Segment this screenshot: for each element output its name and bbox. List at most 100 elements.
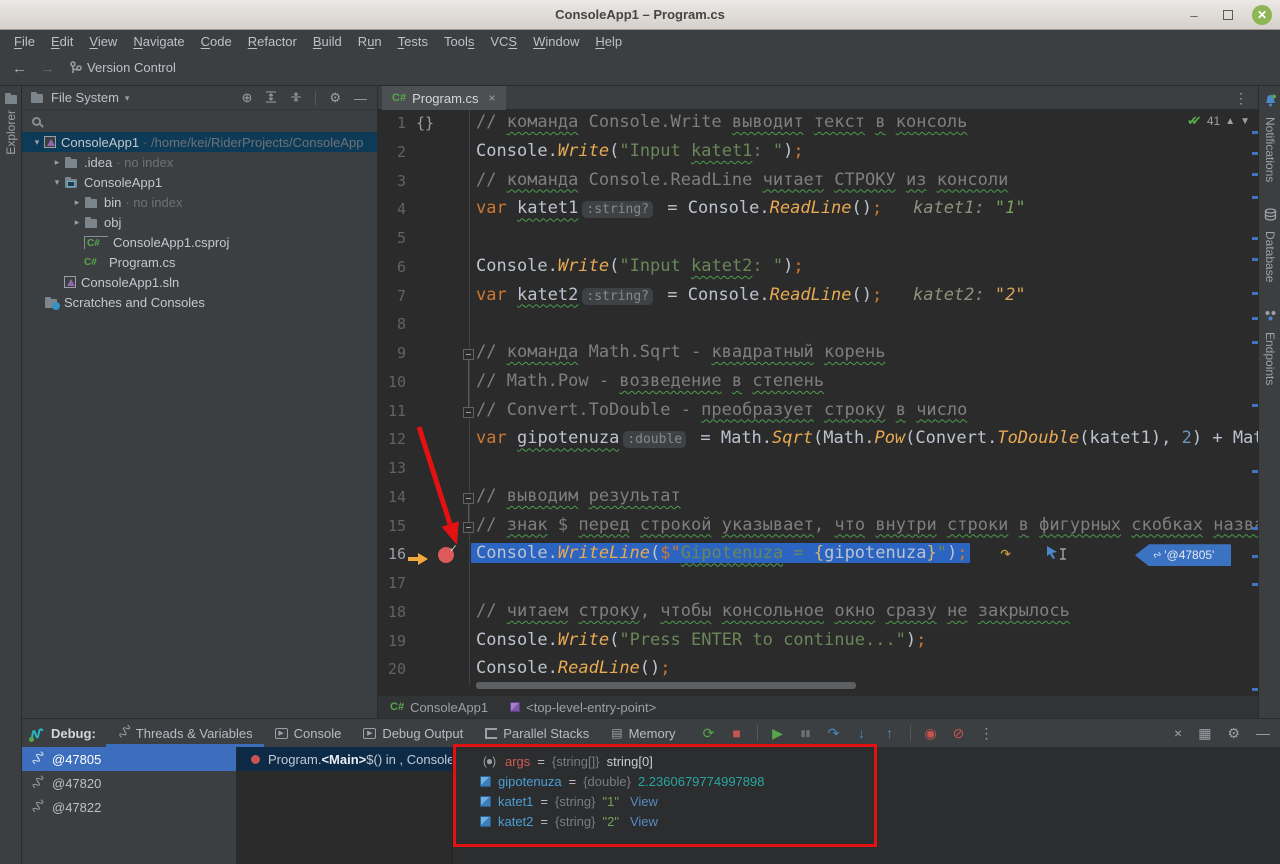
- occurrence-mark[interactable]: [1252, 341, 1258, 344]
- pause-icon[interactable]: ▮▮: [794, 722, 818, 744]
- back-icon[interactable]: ←: [12, 60, 27, 77]
- fold-marker-icon[interactable]: [463, 349, 474, 360]
- mute-breakpoints-icon[interactable]: ⊘: [947, 722, 971, 744]
- breadcrumb-project[interactable]: C# ConsoleApp1: [390, 700, 488, 715]
- occurrence-mark[interactable]: [1252, 404, 1258, 407]
- code-line-15[interactable]: 15// знак $ перед строкой указывает, что…: [378, 513, 1258, 542]
- minimize-panel-icon[interactable]: —: [1256, 725, 1270, 741]
- locate-file-icon[interactable]: ⊕: [241, 90, 252, 106]
- thread-row-47822[interactable]: ∿∿@47822: [22, 795, 236, 819]
- occurrence-mark[interactable]: [1252, 527, 1258, 530]
- code-line-6[interactable]: 6Console.Write("Input katet2: ");: [378, 254, 1258, 283]
- menu-view[interactable]: View: [81, 34, 125, 49]
- tab-program-cs[interactable]: C# Program.cs ×: [382, 86, 506, 110]
- chevron-right-icon[interactable]: ▸: [70, 197, 84, 208]
- menu-code[interactable]: Code: [193, 34, 240, 49]
- layout-settings-icon[interactable]: ▦: [1198, 725, 1211, 742]
- breadcrumb-entry-point[interactable]: <top-level-entry-point>: [510, 700, 656, 715]
- panel-settings-gear-icon[interactable]: ⚙: [329, 90, 341, 106]
- next-problem-icon[interactable]: ▼: [1240, 116, 1250, 127]
- tree-search-row[interactable]: [22, 110, 377, 132]
- rerun-icon[interactable]: ⟳: [697, 722, 721, 744]
- debug-settings-gear-icon[interactable]: ⚙: [1227, 725, 1240, 742]
- code-line-11[interactable]: 11// Convert.ToDouble - преобразует стро…: [378, 398, 1258, 427]
- tab-close-icon[interactable]: ×: [489, 91, 496, 105]
- code-line-18[interactable]: 18// читаем строку, чтобы консольное окн…: [378, 599, 1258, 628]
- chevron-right-icon[interactable]: ▸: [70, 217, 84, 228]
- horizontal-scrollbar[interactable]: [476, 682, 856, 689]
- menu-help[interactable]: Help: [587, 34, 630, 49]
- code-line-19[interactable]: 19Console.Write("Press ENTER to continue…: [378, 628, 1258, 657]
- step-over-icon[interactable]: ↷: [822, 722, 846, 744]
- menu-edit[interactable]: Edit: [43, 34, 81, 49]
- code-line-3[interactable]: 3// команда Console.ReadLine читает СТРО…: [378, 168, 1258, 197]
- variable-row-katet2[interactable]: katet2={string}"2"View: [453, 811, 1280, 831]
- code-line-16[interactable]: 16✓Console.WriteLine($"Gipotenuza = {gip…: [378, 541, 1258, 570]
- debug-more-icon[interactable]: ⋮: [975, 722, 999, 744]
- chevron-right-icon[interactable]: ▸: [50, 157, 64, 168]
- tree-item-obj[interactable]: ▸obj: [22, 212, 377, 232]
- menu-run[interactable]: Run: [350, 34, 390, 49]
- occurrence-mark[interactable]: [1252, 292, 1258, 295]
- tool-window-button-notifications[interactable]: Notifications: [1259, 94, 1280, 182]
- expand-all-icon[interactable]: [265, 91, 277, 106]
- tree-item-bin[interactable]: ▸bin· no index: [22, 192, 377, 212]
- code-editor[interactable]: 1{}// команда Console.Write выводит текс…: [378, 110, 1258, 685]
- code-line-4[interactable]: 4var katet1:string? = Console.ReadLine()…: [378, 196, 1258, 225]
- tree-item-consoleapp1-csproj[interactable]: C#ConsoleApp1.csproj: [22, 232, 377, 252]
- occurrence-mark[interactable]: [1252, 152, 1258, 155]
- debug-tab-console[interactable]: ▶Console: [264, 719, 353, 747]
- resume-icon[interactable]: ▶: [766, 722, 790, 744]
- tree-item-consoleapp1[interactable]: ▾ConsoleApp1: [22, 172, 377, 192]
- debug-tab-memory[interactable]: ▤Memory: [600, 719, 686, 747]
- chevron-down-icon[interactable]: ▾: [50, 177, 64, 188]
- chevron-down-icon[interactable]: ▾: [30, 137, 44, 148]
- menu-vcs[interactable]: VCS: [482, 34, 525, 49]
- occurrence-mark[interactable]: [1252, 173, 1258, 176]
- tab-options-icon[interactable]: ⋮: [1234, 90, 1248, 107]
- stop-icon[interactable]: ■: [725, 722, 749, 744]
- code-line-7[interactable]: 7var katet2:string? = Console.ReadLine()…: [378, 283, 1258, 312]
- code-line-13[interactable]: 13: [378, 455, 1258, 484]
- step-out-icon[interactable]: ↑: [878, 722, 902, 744]
- stack-frame-row[interactable]: Program.<Main>$() in , Console: [237, 747, 452, 771]
- maximize-button[interactable]: [1218, 5, 1238, 25]
- thread-row-47805[interactable]: ∿∿@47805: [22, 747, 236, 771]
- code-line-17[interactable]: 17: [378, 570, 1258, 599]
- debug-tab-debug-output[interactable]: ▶Debug Output: [352, 719, 474, 747]
- thread-row-47820[interactable]: ∿∿@47820: [22, 771, 236, 795]
- code-line-9[interactable]: 9// команда Math.Sqrt - квадратный корен…: [378, 340, 1258, 369]
- step-into-icon[interactable]: ↓: [850, 722, 874, 744]
- fold-marker-icon[interactable]: [463, 522, 474, 533]
- code-line-2[interactable]: 2Console.Write("Input katet1: ");: [378, 139, 1258, 168]
- tool-window-button-endpoints[interactable]: Endpoints: [1259, 309, 1280, 385]
- occurrence-mark[interactable]: [1252, 131, 1258, 134]
- version-control-button[interactable]: Version Control: [70, 60, 176, 75]
- menu-navigate[interactable]: Navigate: [125, 34, 192, 49]
- occurrence-mark[interactable]: [1252, 237, 1258, 240]
- menu-build[interactable]: Build: [305, 34, 350, 49]
- minimize-button[interactable]: –: [1184, 5, 1204, 25]
- menu-refactor[interactable]: Refactor: [240, 34, 305, 49]
- tool-window-button-database[interactable]: Database: [1259, 208, 1280, 282]
- fold-marker-icon[interactable]: [463, 493, 474, 504]
- code-line-14[interactable]: 14// выводим результат: [378, 484, 1258, 513]
- occurrence-mark[interactable]: [1252, 317, 1258, 320]
- close-panel-icon[interactable]: ×: [1174, 725, 1182, 741]
- menu-tests[interactable]: Tests: [390, 34, 436, 49]
- code-line-5[interactable]: 5: [378, 225, 1258, 254]
- menu-file[interactable]: File: [6, 34, 43, 49]
- project-view-header[interactable]: File System ▾ ⊕ ⚙ —: [22, 86, 377, 110]
- variable-row-katet1[interactable]: katet1={string}"1"View: [453, 791, 1280, 811]
- forward-icon[interactable]: →: [40, 60, 55, 77]
- debug-tab-parallel-stacks[interactable]: Parallel Stacks: [474, 719, 600, 747]
- debug-tab-threads-variables[interactable]: ∿∿Threads & Variables: [106, 719, 264, 747]
- occurrence-mark[interactable]: [1252, 555, 1258, 558]
- collapse-all-icon[interactable]: [290, 91, 302, 106]
- occurrence-mark[interactable]: [1252, 470, 1258, 473]
- tree-item--idea[interactable]: ▸.idea· no index: [22, 152, 377, 172]
- view-link[interactable]: View: [630, 814, 658, 829]
- menu-window[interactable]: Window: [525, 34, 587, 49]
- occurrence-mark[interactable]: [1252, 196, 1258, 199]
- hide-panel-icon[interactable]: —: [354, 91, 367, 106]
